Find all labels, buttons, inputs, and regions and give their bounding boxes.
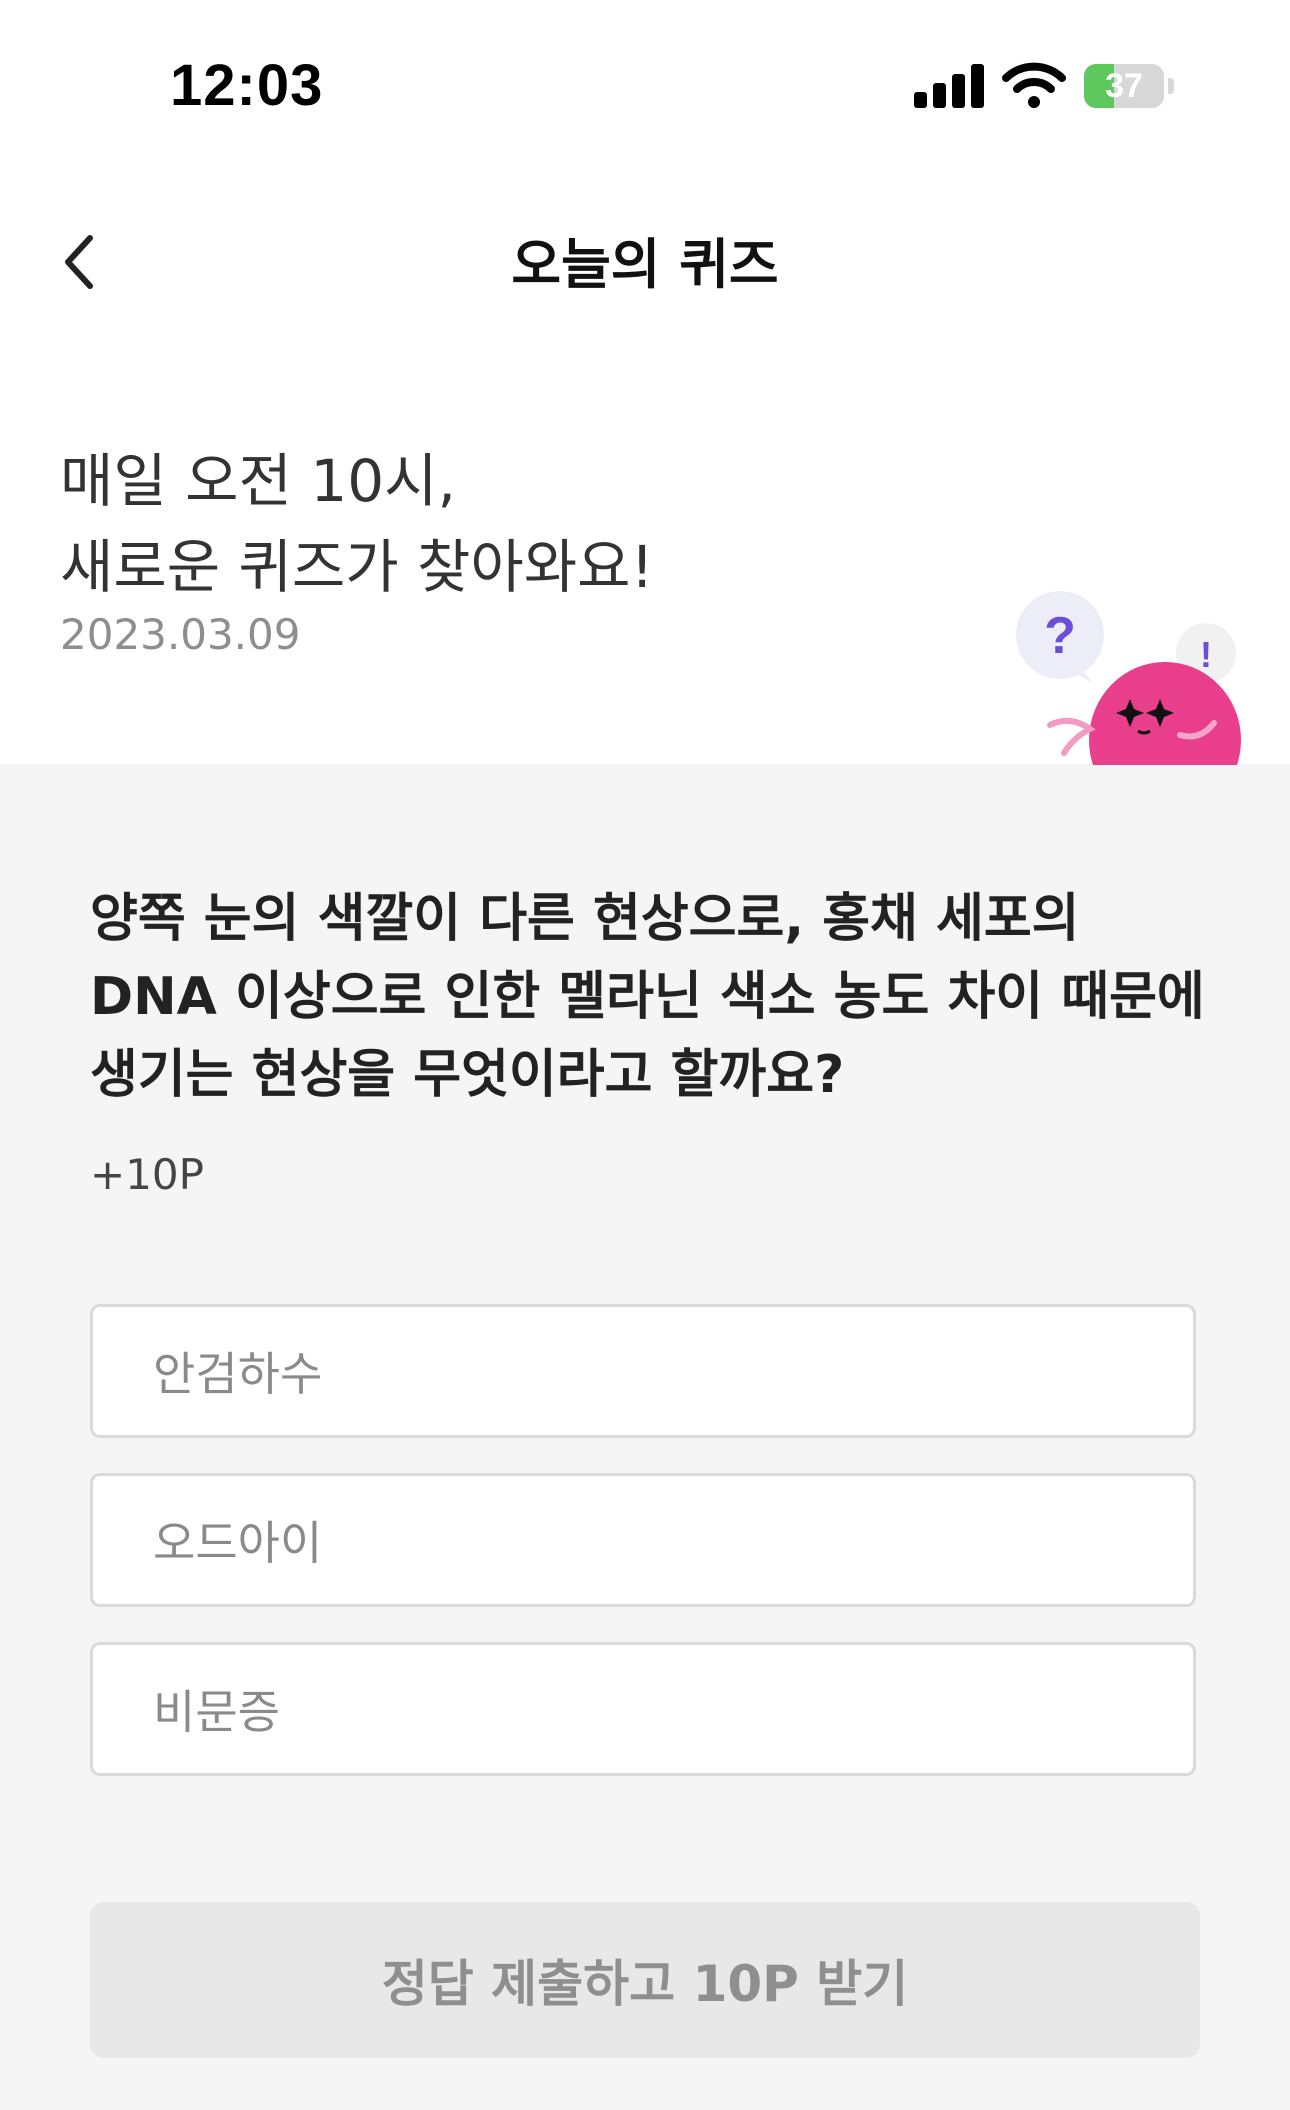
exclamation-mark: ! bbox=[1200, 634, 1212, 675]
battery-cap bbox=[1168, 78, 1174, 94]
intro-line-2: 새로운 퀴즈가 찾아와요! bbox=[60, 533, 654, 601]
intro-line-1: 매일 오전 10시, bbox=[60, 447, 456, 515]
answer-option[interactable]: 안검하수 bbox=[90, 1304, 1196, 1438]
page-title: 오늘의 퀴즈 bbox=[511, 233, 779, 296]
intro-message: 매일 오전 10시, 새로운 퀴즈가 찾아와요! bbox=[60, 438, 654, 610]
signal-icon bbox=[914, 64, 984, 108]
answer-option-label: 안검하수 bbox=[153, 1347, 323, 1401]
answer-option[interactable]: 비문증 bbox=[90, 1642, 1196, 1776]
points-reward: +10P bbox=[90, 1150, 204, 1199]
quiz-mascot-illustration: ? ! bbox=[1016, 591, 1241, 765]
wifi-icon bbox=[1002, 62, 1066, 108]
battery-charging-icon: 37 bbox=[1084, 64, 1164, 108]
quiz-question: 양쪽 눈의 색깔이 다른 현상으로, 홍채 세포의 DNA 이상으로 인한 멜라… bbox=[90, 889, 1205, 1105]
submit-answer-button[interactable]: 정답 제출하고 10P 받기 bbox=[90, 1902, 1200, 2058]
battery-level: 37 bbox=[1105, 67, 1143, 105]
answer-option-label: 오드아이 bbox=[153, 1516, 323, 1570]
question-mark: ? bbox=[1044, 607, 1076, 665]
answer-option[interactable]: 오드아이 bbox=[90, 1473, 1196, 1607]
quiz-date: 2023.03.09 bbox=[60, 610, 301, 659]
status-time: 12:03 bbox=[170, 53, 324, 118]
top-section: 12:03 37 오늘의 퀴즈 매일 오전 10시, 새로운 퀴즈가 찾아와요!… bbox=[0, 0, 1290, 765]
answer-option-label: 비문증 bbox=[153, 1685, 280, 1739]
